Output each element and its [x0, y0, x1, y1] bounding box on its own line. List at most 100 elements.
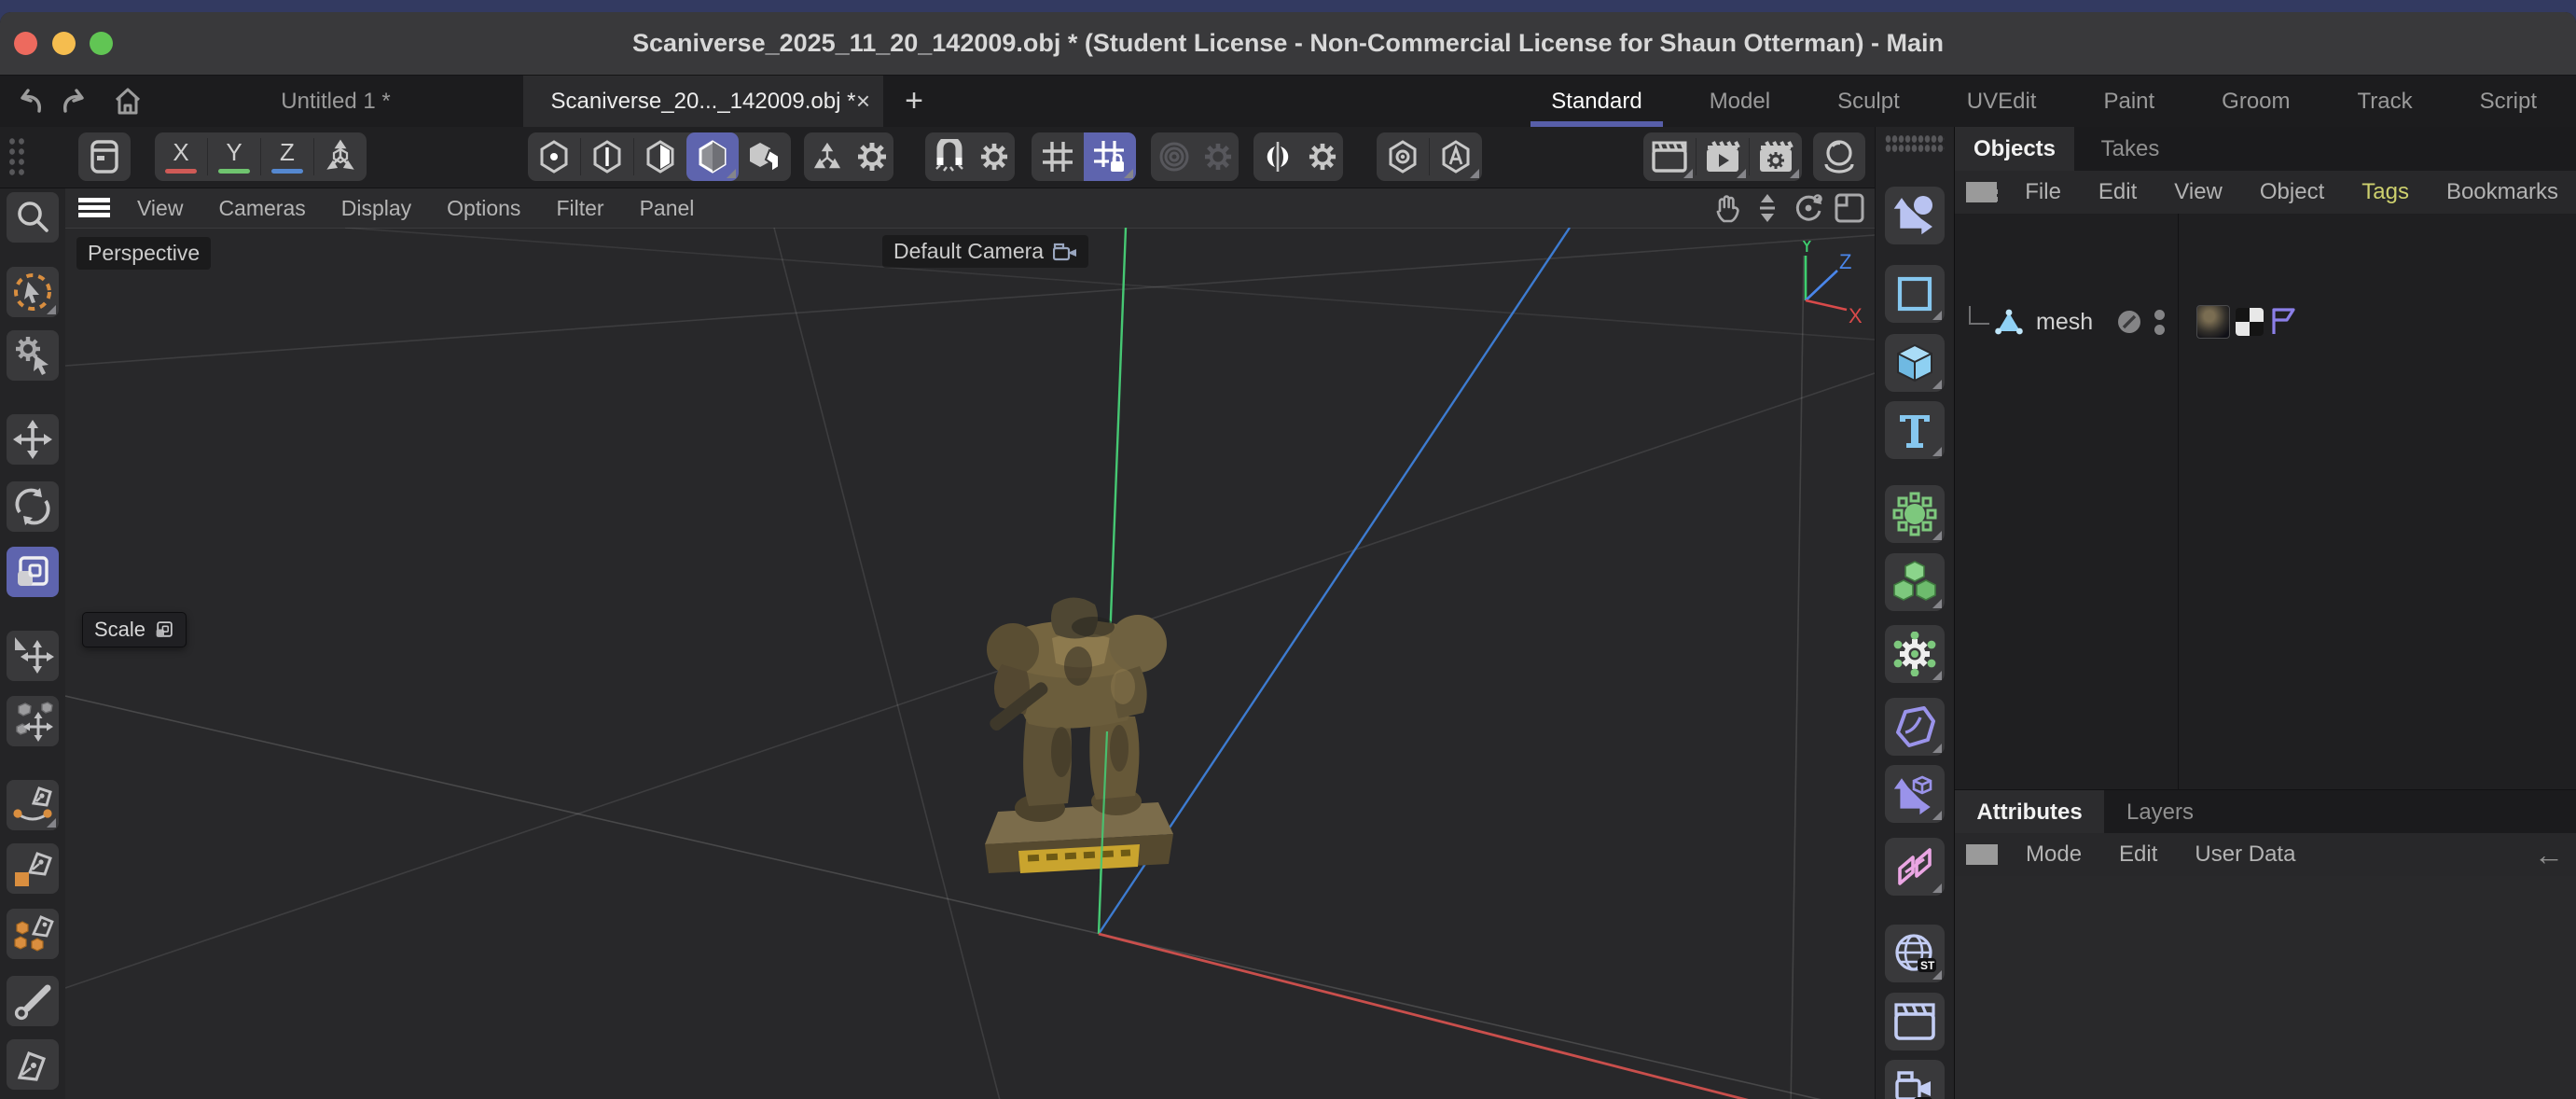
camera-object-button[interactable]: ST [1885, 1060, 1945, 1099]
om-menu-bookmarks[interactable]: Bookmarks [2428, 179, 2576, 205]
cube-primitive-button[interactable] [1885, 334, 1945, 392]
live-selection-button[interactable] [7, 267, 59, 317]
close-tab-icon[interactable]: × [856, 76, 870, 127]
falloff-settings-button[interactable] [1198, 132, 1239, 181]
am-menu-mode[interactable]: Mode [2007, 842, 2100, 868]
edit-state-icon[interactable] [2117, 310, 2141, 334]
viewport-canvas[interactable]: Perspective Default Camera Y Z X Scale [65, 228, 1875, 1099]
view-type-label[interactable]: Perspective [76, 237, 211, 270]
strip-drag-handle[interactable] [1885, 134, 1945, 153]
document-tab-active[interactable]: Scaniverse_20..._142009.obj * × [523, 76, 883, 127]
render-picture-viewer-button[interactable] [1697, 132, 1749, 181]
am-menu-edit[interactable]: Edit [2100, 842, 2176, 868]
material-tag[interactable] [2196, 305, 2230, 339]
search-tool-button[interactable] [7, 192, 59, 243]
orbit-icon[interactable] [1793, 192, 1824, 224]
symmetry-settings-button[interactable] [1302, 132, 1343, 181]
grid-button[interactable] [1032, 132, 1084, 181]
layout-tab-script[interactable]: Script [2446, 76, 2570, 127]
tab-objects[interactable]: Objects [1955, 127, 2074, 171]
effector-button[interactable] [1885, 625, 1945, 683]
null-object-button[interactable] [1885, 187, 1945, 244]
viewport-menu-filter[interactable]: Filter [538, 196, 621, 221]
instance-object-button[interactable] [1885, 765, 1945, 823]
rotate-tool-button[interactable] [7, 481, 59, 532]
object-row-mesh[interactable]: mesh [1955, 304, 2576, 340]
viewport-solo-auto-button[interactable] [1430, 132, 1482, 181]
camera-label[interactable]: Default Camera [882, 235, 1088, 268]
uv-tag[interactable] [2236, 308, 2264, 336]
object-manager-menu-icon[interactable] [1966, 182, 1997, 202]
tweak-settings-button[interactable] [851, 132, 893, 181]
polygons-mode-button[interactable] [634, 132, 686, 181]
tab-layers[interactable]: Layers [2104, 790, 2216, 834]
cursor-move-tool-button[interactable] [7, 631, 59, 681]
om-menu-edit[interactable]: Edit [2080, 179, 2155, 205]
snapping-button[interactable] [925, 132, 974, 181]
pan-hand-icon[interactable] [1710, 192, 1742, 224]
axis-mode-button[interactable] [739, 132, 791, 181]
attribute-menu-icon[interactable] [1966, 844, 1998, 865]
viewport-menu-view[interactable]: View [119, 196, 201, 221]
layout-tab-track[interactable]: Track [2324, 76, 2446, 127]
home-icon[interactable] [112, 86, 144, 118]
layout-tab-paint[interactable]: Paint [2070, 76, 2188, 127]
sketch-spline-button[interactable] [7, 843, 59, 894]
undo-icon[interactable] [15, 86, 47, 118]
points-mode-button[interactable] [528, 132, 580, 181]
snapping-settings-button[interactable] [974, 132, 1015, 181]
sky-object-button[interactable]: ST [1885, 925, 1945, 982]
array-generator-button[interactable] [1885, 553, 1945, 611]
axis-x-lock-button[interactable]: X [155, 132, 207, 181]
history-back-icon[interactable]: ← [2534, 833, 2564, 876]
text-object-button[interactable] [1885, 401, 1945, 459]
pen-tool-button[interactable] [7, 1039, 59, 1090]
redo-icon[interactable] [58, 86, 90, 118]
om-menu-object[interactable]: Object [2241, 179, 2343, 205]
brush-tool-button[interactable] [7, 976, 59, 1026]
maximize-view-icon[interactable] [1834, 192, 1865, 224]
workplane-button[interactable] [314, 132, 367, 181]
tab-attributes[interactable]: Attributes [1955, 790, 2104, 834]
edges-mode-button[interactable] [581, 132, 633, 181]
arrange-objects-tool-button[interactable] [7, 696, 59, 746]
object-list[interactable]: mesh [1955, 214, 2576, 789]
layout-tab-standard[interactable]: Standard [1517, 76, 1675, 127]
object-name[interactable]: mesh [2036, 309, 2093, 336]
render-view-button[interactable] [1643, 132, 1696, 181]
field-object-button[interactable] [1885, 485, 1945, 543]
tweak-tool-button[interactable] [7, 330, 59, 381]
model-mode-button[interactable] [686, 132, 739, 181]
dolly-zoom-icon[interactable] [1752, 192, 1783, 224]
axis-gizmo[interactable]: Y Z X [1753, 241, 1862, 330]
layout-tab-uvedit[interactable]: UVEdit [1933, 76, 2070, 127]
visibility-dots[interactable] [2154, 310, 2165, 335]
viewport-menu-options[interactable]: Options [429, 196, 538, 221]
viewport-menu-icon[interactable] [78, 198, 110, 218]
document-tab[interactable]: Untitled 1 * [224, 76, 448, 127]
coordinate-window-button[interactable] [78, 132, 131, 181]
symmetry-button[interactable] [1253, 132, 1302, 181]
spline-pen-button[interactable] [7, 780, 59, 830]
viewport-menu-cameras[interactable]: Cameras [201, 196, 323, 221]
layout-tab-sculpt[interactable]: Sculpt [1804, 76, 1933, 127]
falloff-button[interactable] [1151, 132, 1198, 181]
om-menu-view[interactable]: View [2155, 179, 2241, 205]
move-tool-button[interactable] [7, 414, 59, 465]
om-menu-file[interactable]: File [2006, 179, 2080, 205]
symmetry-object-button[interactable] [1885, 838, 1945, 896]
deformer-button[interactable] [1885, 698, 1945, 756]
layout-tab-model[interactable]: Model [1676, 76, 1804, 127]
render-settings-button[interactable] [1750, 132, 1802, 181]
quantize-button[interactable] [1084, 132, 1136, 181]
pen-primitives-button[interactable] [7, 909, 59, 959]
viewport-menu-display[interactable]: Display [324, 196, 429, 221]
am-menu-userdata[interactable]: User Data [2176, 842, 2314, 868]
spline-object-button[interactable] [1885, 265, 1945, 323]
tweak-hierarchy-button[interactable] [804, 132, 851, 181]
statue-mesh[interactable] [985, 598, 1173, 874]
new-tab-button[interactable]: + [891, 76, 937, 127]
axis-y-lock-button[interactable]: Y [208, 132, 260, 181]
axis-z-lock-button[interactable]: Z [261, 132, 313, 181]
scale-tool-button[interactable] [7, 547, 59, 597]
